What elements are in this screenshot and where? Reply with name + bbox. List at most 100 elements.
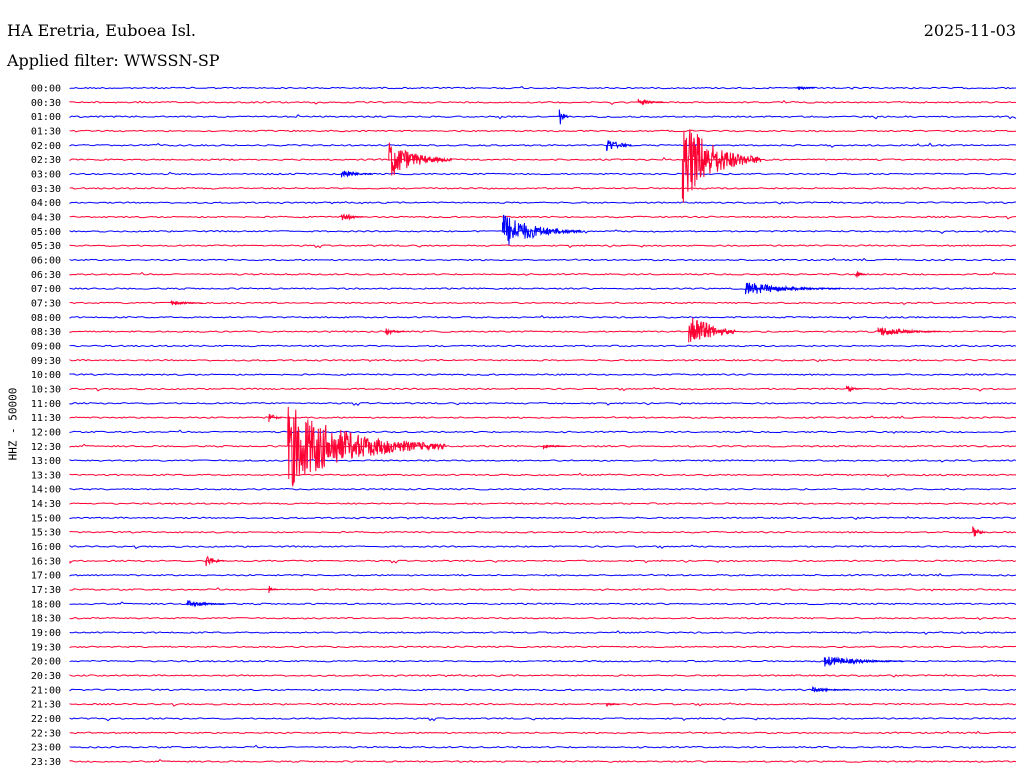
row-time-label: 01:00 <box>31 112 61 123</box>
seismic-trace <box>69 702 1017 707</box>
seismic-trace <box>69 673 1017 678</box>
seismic-event <box>745 282 841 295</box>
row-time-label: 13:30 <box>31 470 61 481</box>
seismic-trace <box>69 358 1017 363</box>
seismic-trace <box>69 344 1017 348</box>
seismic-event <box>972 526 986 537</box>
row-time-label: 13:00 <box>31 456 61 467</box>
row-time-label: 14:00 <box>31 485 61 496</box>
seismic-trace <box>69 314 1017 320</box>
seismic-trace <box>69 415 1017 419</box>
seismic-trace <box>69 330 1017 333</box>
row-time-label: 11:00 <box>31 399 61 410</box>
row-time-label: 22:30 <box>31 728 61 739</box>
row-time-label: 17:00 <box>31 571 61 582</box>
row-time-label: 19:00 <box>31 628 61 639</box>
seismic-trace <box>69 271 1017 277</box>
seismic-trace <box>69 488 1017 491</box>
row-time-label: 09:30 <box>31 356 61 367</box>
seismic-event <box>795 85 815 91</box>
row-time-label: 19:30 <box>31 642 61 653</box>
seismic-event <box>170 300 203 306</box>
seismic-trace <box>69 142 1017 148</box>
seismic-trace <box>69 187 1017 190</box>
row-time-label: 15:00 <box>31 513 61 524</box>
seismic-trace <box>69 171 1017 176</box>
row-time-label: 01:30 <box>31 126 61 137</box>
row-time-label: 23:00 <box>31 743 61 754</box>
seismic-trace <box>69 717 1017 722</box>
seismic-trace <box>69 129 1017 133</box>
seismic-trace <box>69 301 1017 305</box>
row-time-label: 08:00 <box>31 313 61 324</box>
row-time-label: 21:30 <box>31 700 61 711</box>
row-time-label: 00:30 <box>31 98 61 109</box>
row-time-label: 04:00 <box>31 198 61 209</box>
row-time-label: 21:00 <box>31 685 61 696</box>
row-time-label: 05:00 <box>31 227 61 238</box>
seismic-trace <box>69 401 1017 406</box>
seismic-trace <box>69 516 1017 520</box>
seismic-event <box>688 317 736 343</box>
row-time-label: 02:30 <box>31 155 61 166</box>
seismic-event <box>385 328 405 336</box>
row-time-label: 10:30 <box>31 384 61 395</box>
row-time-label: 16:00 <box>31 542 61 553</box>
row-time-label: 16:30 <box>31 556 61 567</box>
seismic-event <box>543 444 566 450</box>
seismic-trace <box>69 472 1017 478</box>
seismic-trace <box>69 373 1017 376</box>
row-time-label: 07:00 <box>31 284 61 295</box>
seismic-trace <box>69 758 1017 763</box>
row-time-label: 02:00 <box>31 141 61 152</box>
row-time-label: 11:30 <box>31 413 61 424</box>
seismic-trace <box>69 86 1017 90</box>
seismic-event <box>205 555 225 567</box>
seismic-trace <box>69 688 1017 692</box>
row-time-label: 04:30 <box>31 212 61 223</box>
seismic-event <box>823 656 904 667</box>
row-time-label: 12:00 <box>31 427 61 438</box>
seismic-trace <box>69 459 1017 463</box>
row-time-label: 18:30 <box>31 614 61 625</box>
seismic-trace <box>69 502 1017 505</box>
seismic-trace <box>69 156 1017 162</box>
helicorder-plot: 00:00 00:30 01:00 01:30 02:00 02:30 03:00 03:30… <box>31 84 1017 768</box>
seismic-trace <box>69 616 1017 621</box>
seismic-event <box>811 685 850 693</box>
seismic-event <box>846 385 863 393</box>
seismic-event <box>341 170 374 178</box>
seismic-trace <box>69 257 1017 262</box>
seismic-trace <box>69 387 1017 392</box>
seismic-event <box>502 214 582 246</box>
seismic-trace <box>69 114 1017 120</box>
seismic-trace <box>69 544 1017 550</box>
seismic-event <box>268 413 282 423</box>
row-time-label: 06:30 <box>31 270 61 281</box>
seismic-trace <box>69 744 1017 750</box>
row-time-label: 14:30 <box>31 499 61 510</box>
row-time-label: 06:00 <box>31 255 61 266</box>
row-time-label: 03:00 <box>31 169 61 180</box>
row-time-label: 20:30 <box>31 671 61 682</box>
row-time-label: 18:00 <box>31 599 61 610</box>
seismic-event <box>558 109 569 125</box>
seismic-trace <box>69 630 1017 636</box>
row-time-label: 23:30 <box>31 757 61 768</box>
seismic-trace <box>69 573 1017 577</box>
seismic-trace <box>69 215 1017 220</box>
seismic-trace <box>69 429 1017 434</box>
row-time-label: 12:30 <box>31 442 61 453</box>
row-time-label: 08:30 <box>31 327 61 338</box>
seismic-trace <box>69 645 1017 649</box>
seismic-event <box>268 585 279 594</box>
row-time-label: 09:00 <box>31 341 61 352</box>
seismic-trace <box>69 200 1017 205</box>
seismic-event <box>388 142 453 176</box>
seismic-trace <box>69 530 1017 534</box>
seismic-trace <box>69 587 1017 592</box>
row-time-label: 05:30 <box>31 241 61 252</box>
row-time-label: 15:30 <box>31 528 61 539</box>
row-time-label: 07:30 <box>31 298 61 309</box>
seismic-trace <box>69 244 1017 249</box>
